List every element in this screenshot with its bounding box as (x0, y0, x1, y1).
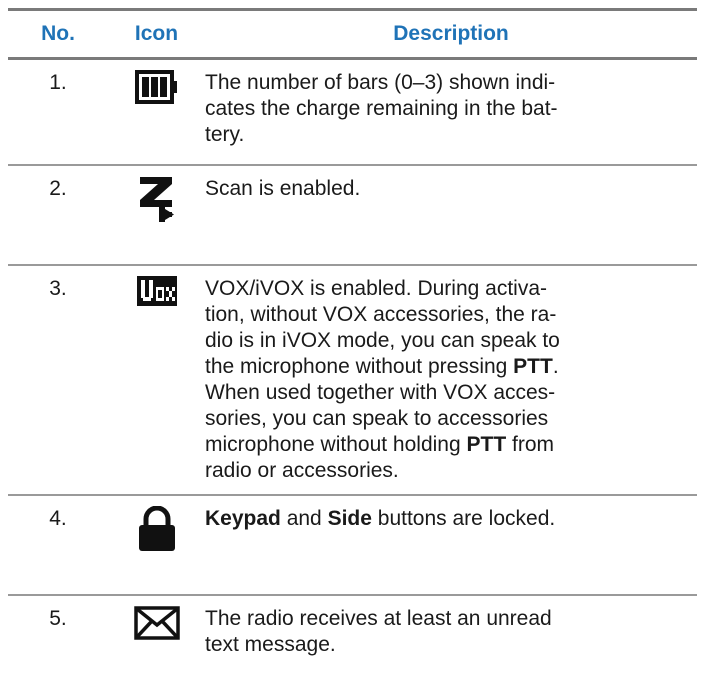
row-description: The number of bars (0–3) shown indi- cat… (205, 58, 697, 166)
header-icon: Icon (108, 8, 205, 60)
status-icons-table: No. Icon Description 1. The number of ba… (8, 8, 697, 670)
table-row: 2. Scan is enabled. (8, 165, 697, 266)
lock-icon (138, 506, 175, 551)
row-description: Scan is enabled. (205, 165, 697, 266)
row-number: 1. (8, 58, 108, 166)
table-header-row: No. Icon Description (8, 8, 697, 60)
vox-icon (136, 276, 177, 306)
header-no: No. (8, 8, 108, 60)
table-row: 1. The number of bars (0–3) shown indi- … (8, 58, 697, 166)
row-description: Keypad and Side buttons are locked. (205, 495, 697, 596)
row-number: 3. (8, 265, 108, 496)
envelope-icon (133, 606, 180, 640)
table-row: 3. VOX/iVOX is enabled. During activa- t… (8, 265, 697, 496)
row-number: 5. (49, 607, 67, 630)
scan-icon (139, 177, 174, 222)
page: No. Icon Description 1. The number of ba… (0, 0, 705, 699)
row-description: The radio receives at least an unread te… (205, 607, 552, 656)
row-number: 4. (8, 495, 108, 596)
table-row: 4. Keypad and Side buttons are locked. (8, 495, 697, 596)
table-row: 5. The radio receives at least an unread… (8, 595, 697, 670)
header-description: Description (205, 8, 697, 60)
battery-icon (134, 70, 177, 104)
row-description: VOX/iVOX is enabled. During activa- tion… (205, 265, 697, 496)
row-number: 2. (8, 165, 108, 266)
